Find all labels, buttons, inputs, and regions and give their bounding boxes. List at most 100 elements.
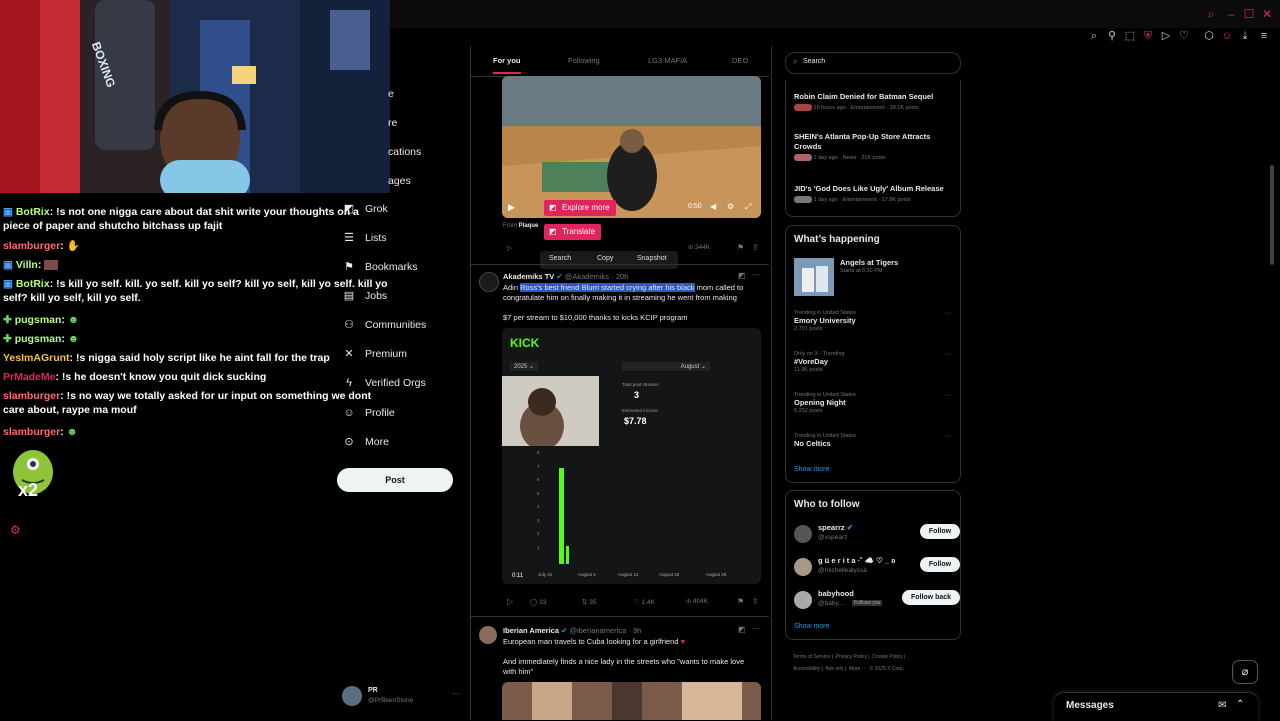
year-select[interactable]: 2025 ⌄ — [510, 362, 539, 371]
chat-username[interactable]: Villn — [16, 259, 38, 271]
selection-copy-button[interactable]: Copy — [597, 255, 613, 262]
settings-icon[interactable]: ⚙ — [727, 202, 734, 211]
trend-item[interactable]: Trending in United States Emory Universi… — [794, 310, 954, 332]
nav-lists[interactable]: ☰ Lists — [342, 229, 387, 247]
follow-back-button[interactable]: Follow back — [902, 590, 960, 605]
more-dots-icon[interactable]: ··· — [944, 310, 951, 317]
nav-grok[interactable]: ◩ Grok — [342, 200, 388, 218]
more-dots-icon[interactable]: ··· — [752, 270, 760, 279]
post-button[interactable]: Post — [337, 468, 453, 492]
chat-username[interactable]: slamburger — [3, 240, 60, 252]
tweet-handle[interactable]: @Akademiks — [565, 272, 609, 281]
chat-username[interactable]: BotRix — [16, 206, 50, 218]
play-icon[interactable]: ▷ — [507, 244, 512, 252]
follow-button[interactable]: Follow — [920, 557, 960, 572]
screenshot-icon[interactable]: ⬚ — [1124, 30, 1136, 42]
fullscreen-icon[interactable]: ⤢ — [745, 202, 751, 212]
more-dots-icon[interactable]: ··· — [944, 392, 951, 399]
translate-button[interactable]: ◩ Translate — [544, 224, 602, 240]
tweet-video[interactable] — [502, 682, 761, 720]
follow-button[interactable]: Follow — [920, 524, 960, 539]
news-item[interactable]: Robin Claim Denied for Batman Sequel 16 … — [794, 92, 954, 111]
zoom-icon[interactable]: ⌕ — [1088, 30, 1100, 42]
new-message-icon[interactable]: ✉ — [1218, 700, 1226, 711]
grok-float-button[interactable]: ⌀ — [1232, 660, 1258, 684]
minimize-icon[interactable]: – — [1224, 7, 1238, 21]
search-input[interactable]: Search — [803, 58, 825, 65]
heart-icon[interactable]: ♡ — [1178, 30, 1190, 42]
play-icon[interactable]: ▶ — [508, 202, 515, 213]
trend-item[interactable]: Trending in United States Opening Night … — [794, 392, 954, 414]
tweet-time[interactable]: · 9h — [628, 626, 641, 635]
menu-icon[interactable]: ≡ — [1258, 30, 1270, 42]
footer-link[interactable]: Cookie Policy — [872, 654, 902, 660]
grok-icon[interactable]: ◩ — [738, 271, 746, 280]
repost-stat[interactable]: ⇅ 35 — [582, 598, 597, 606]
grok-icon[interactable]: ◩ — [738, 625, 746, 634]
footer-link[interactable]: Ads info — [825, 666, 843, 672]
month-select[interactable]: August ⌄ — [622, 362, 710, 371]
event-thumbnail[interactable] — [794, 258, 834, 296]
tweet-time[interactable]: · 20h — [611, 272, 628, 281]
show-more-link[interactable]: Show more — [794, 466, 829, 473]
volume-icon[interactable]: ◀ — [710, 202, 716, 211]
selection-snapshot-button[interactable]: Snapshot — [637, 255, 667, 262]
nav-communities[interactable]: ⚇ Communities — [342, 316, 426, 334]
chat-username[interactable]: PrMadeMe — [3, 371, 56, 383]
tweet-author-name[interactable]: Iberian America — [503, 626, 559, 635]
show-more-link[interactable]: Show more — [794, 623, 829, 630]
reply-stat[interactable]: ◯ 33 — [530, 598, 546, 606]
footer-link[interactable]: Accessibility — [793, 666, 820, 672]
close-icon[interactable]: ✕ — [1260, 7, 1274, 21]
bookmark-icon[interactable]: ⚑ — [737, 597, 744, 606]
tab-lg3-mafia[interactable]: LG3 MAFIA — [648, 56, 687, 65]
page-scrollbar[interactable] — [1270, 165, 1274, 265]
chat-username[interactable]: slamburger — [3, 390, 60, 402]
nav-more[interactable]: ⊙ More — [342, 433, 389, 451]
chat-username[interactable]: pugsman — [15, 333, 62, 345]
shield-icon[interactable]: ⛨ — [1142, 30, 1154, 42]
download-icon[interactable]: ⤓ — [1239, 30, 1251, 42]
share-icon[interactable]: ⇪ — [752, 243, 759, 252]
tab-deo[interactable]: DEO — [732, 56, 748, 65]
news-item[interactable]: SHEIN's Atlanta Pop-Up Store Attracts Cr… — [794, 132, 954, 161]
tab-following[interactable]: Following — [568, 56, 600, 65]
nav-partial-messages[interactable]: ages — [388, 175, 411, 187]
more-dots-icon[interactable]: ··· — [944, 433, 951, 440]
follow-suggestion[interactable]: spearrz ✔ @xspearz Follow — [794, 523, 960, 547]
from-name[interactable]: Plaque — [519, 223, 539, 229]
profile-icon[interactable]: ☺ — [1221, 30, 1233, 42]
nav-partial-home[interactable]: e — [388, 88, 394, 100]
share-icon[interactable]: ⇪ — [752, 597, 759, 606]
settings-icon[interactable]: ⚙ — [10, 523, 21, 537]
tab-for-you[interactable]: For you — [493, 56, 521, 65]
nav-profile[interactable]: ☺ Profile — [342, 404, 394, 422]
views-stat[interactable]: ılı 404K — [686, 598, 708, 605]
maximize-icon[interactable]: ☐ — [1242, 7, 1256, 21]
news-item[interactable]: JID's 'God Does Like Ugly' Album Release… — [794, 184, 954, 203]
trend-item[interactable]: Only on X · Trending #VoreDay 11.9K post… — [794, 351, 954, 373]
views-stat[interactable]: ılı 344K — [688, 244, 710, 251]
expand-icon[interactable]: ⌃ — [1236, 699, 1244, 710]
chat-username[interactable]: slamburger — [3, 426, 60, 438]
tweet-video-kick[interactable]: KICK 2025 ⌄ August ⌄ Total paid streams … — [502, 328, 761, 584]
chat-username[interactable]: BotRix — [16, 278, 50, 290]
account-switcher[interactable]: PR @PrBeenStone ··· — [342, 686, 462, 708]
like-stat[interactable]: ♡ 1.4K — [634, 598, 655, 606]
nav-partial-notifications[interactable]: cations — [388, 146, 421, 158]
play-icon[interactable]: ▷ — [1160, 30, 1172, 42]
extensions-icon[interactable]: ⬡ — [1203, 30, 1215, 42]
avatar[interactable] — [479, 272, 499, 292]
follow-suggestion[interactable]: babyhood @baby... Follows you Follow bac… — [794, 589, 960, 613]
footer-link[interactable]: Privacy Policy — [836, 654, 867, 660]
nav-partial-explore[interactable]: re — [388, 117, 397, 129]
bookmark-icon[interactable]: ⚑ — [737, 243, 744, 252]
explore-more-button[interactable]: ◩ Explore more — [544, 200, 616, 216]
footer-link[interactable]: More ··· — [849, 666, 867, 672]
nav-bookmarks[interactable]: ⚑ Bookmarks — [342, 258, 417, 276]
trend-item[interactable]: Trending in United States No Celtics ··· — [794, 433, 954, 449]
search-icon[interactable]: ⌕ — [1204, 7, 1218, 21]
footer-link[interactable]: Terms of Service — [793, 654, 830, 660]
pin-icon[interactable]: ⚲ — [1106, 30, 1118, 42]
chat-username[interactable]: pugsman — [15, 314, 62, 326]
